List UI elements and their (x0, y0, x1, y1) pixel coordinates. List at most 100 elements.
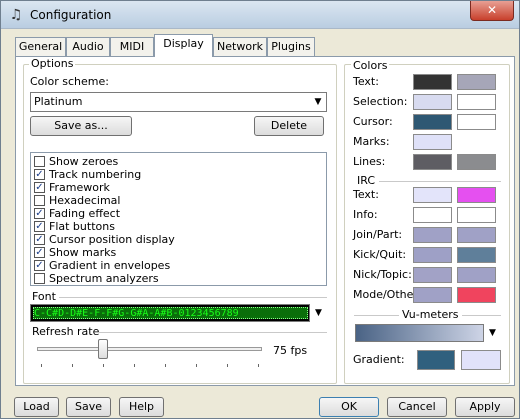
apply-button[interactable]: Apply (455, 397, 515, 417)
checkbox-box[interactable] (34, 195, 45, 206)
checkbox-box[interactable]: ✓ (34, 247, 45, 258)
color-scheme-label: Color scheme: (30, 75, 109, 88)
slider-tick (134, 364, 135, 367)
title-bar[interactable]: ♫ Configuration ✕ (1, 1, 519, 29)
checkbox-box[interactable]: ✓ (34, 260, 45, 271)
gradient-color-swatch-2[interactable] (461, 350, 501, 370)
slider-tick (227, 364, 228, 367)
refresh-rate-slider-track[interactable] (37, 347, 262, 351)
slider-tick (165, 364, 166, 367)
checkbox-label: Show marks (49, 246, 117, 259)
font-sample: C-C#D-D#E-F-F#G-G#A-A#B-0123456789 (33, 307, 308, 319)
cursor-color-swatch-2[interactable] (457, 114, 496, 130)
irc-label: IRC (357, 174, 376, 187)
chevron-down-icon: ▼ (309, 304, 327, 322)
irc-join-part-swatch-1[interactable] (413, 227, 452, 243)
tab-midi[interactable]: MIDI (110, 37, 154, 56)
close-button[interactable]: ✕ (470, 1, 514, 21)
checkbox-box[interactable]: ✓ (34, 169, 45, 180)
checkbox-box[interactable] (34, 273, 45, 284)
checkbox-gradient-in-envelopes[interactable]: ✓ Gradient in envelopes (34, 259, 314, 272)
refresh-rate-label: Refresh rate (32, 325, 100, 338)
irc-label-info: Info: (353, 208, 378, 221)
lines-color-swatch-2[interactable] (457, 154, 496, 170)
font-label: Font (32, 290, 56, 303)
cursor-color-swatch-1[interactable] (413, 114, 452, 130)
refresh-separator (99, 332, 327, 333)
tab-plugins[interactable]: Plugins (267, 37, 315, 56)
color-scheme-value: Platinum (34, 95, 83, 108)
tab-network[interactable]: Network (213, 37, 267, 56)
slider-tick (103, 364, 104, 367)
irc-separator (379, 181, 501, 182)
checkbox-label: Show zeroes (49, 155, 119, 168)
text-color-swatch-2[interactable] (457, 74, 496, 90)
irc-kick-quit-swatch-2[interactable] (457, 247, 496, 263)
irc-nick-topic-swatch-1[interactable] (413, 267, 452, 283)
delete-button[interactable]: Delete (254, 116, 324, 136)
selection-color-swatch-2[interactable] (457, 94, 496, 110)
app-icon: ♫ (9, 7, 23, 23)
text-color-swatch-1[interactable] (413, 74, 452, 90)
checkbox-label: Spectrum analyzers (49, 272, 159, 285)
tab-general[interactable]: General (15, 37, 66, 56)
marks-color-swatch-1[interactable] (413, 134, 452, 150)
font-separator (59, 297, 327, 298)
color-scheme-select[interactable]: Platinum ▼ (30, 92, 327, 112)
ok-button[interactable]: OK (319, 397, 379, 417)
checkbox-box[interactable]: ✓ (34, 234, 45, 245)
irc-info-swatch-2[interactable] (457, 207, 496, 223)
vu-meter-gradient-select[interactable]: ▼ (355, 324, 501, 342)
irc-join-part-swatch-2[interactable] (457, 227, 496, 243)
irc-label-text: Text: (353, 188, 379, 201)
options-group-label: Options (29, 57, 76, 70)
checkbox-flat-buttons[interactable]: ✓ Flat buttons (34, 220, 314, 233)
checkbox-box[interactable]: ✓ (34, 182, 45, 193)
irc-text-swatch-2[interactable] (457, 187, 496, 203)
irc-info-swatch-1[interactable] (413, 207, 452, 223)
checkbox-box[interactable] (34, 156, 45, 167)
checkbox-show-marks[interactable]: ✓ Show marks (34, 246, 314, 259)
checkbox-track-numbering[interactable]: ✓ Track numbering (34, 168, 314, 181)
refresh-rate-value: 75 fps (273, 344, 308, 357)
tab-display[interactable]: Display (154, 34, 213, 57)
checkbox-label: Track numbering (49, 168, 142, 181)
tab-audio[interactable]: Audio (66, 37, 110, 56)
checkbox-hexadecimal[interactable]: Hexadecimal (34, 194, 314, 207)
irc-kick-quit-swatch-1[interactable] (413, 247, 452, 263)
window-title: Configuration (30, 8, 112, 22)
vu-meters-label: Vu-meters (399, 308, 462, 322)
selection-color-swatch-1[interactable] (413, 94, 452, 110)
checkbox-label: Framework (49, 181, 110, 194)
checkbox-framework[interactable]: ✓ Framework (34, 181, 314, 194)
gradient-color-swatch-1[interactable] (417, 350, 455, 370)
color-label-cursor: Cursor: (353, 115, 393, 128)
checkbox-label: Hexadecimal (49, 194, 121, 207)
help-button[interactable]: Help (119, 397, 164, 417)
checkbox-cursor-position-display[interactable]: ✓ Cursor position display (34, 233, 314, 246)
colors-group-label: Colors (351, 59, 390, 72)
cancel-button[interactable]: Cancel (387, 397, 447, 417)
font-select[interactable]: C-C#D-D#E-F-F#G-G#A-A#B-0123456789 ▼ (30, 304, 327, 322)
irc-text-swatch-1[interactable] (413, 187, 452, 203)
irc-label-nick-topic: Nick/Topic: (353, 268, 412, 281)
irc-mode-other-swatch-2[interactable] (457, 287, 496, 303)
display-options-list: Show zeroes ✓ Track numbering ✓ Framework … (30, 152, 327, 286)
irc-nick-topic-swatch-2[interactable] (457, 267, 496, 283)
slider-tick (41, 364, 42, 367)
refresh-rate-slider-thumb[interactable] (98, 339, 108, 359)
color-label-text: Text: (353, 75, 379, 88)
checkbox-box[interactable]: ✓ (34, 208, 45, 219)
checkbox-box[interactable]: ✓ (34, 221, 45, 232)
save-button[interactable]: Save (66, 397, 111, 417)
irc-label-kick-quit: Kick/Quit: (353, 248, 407, 261)
close-icon: ✕ (486, 3, 498, 17)
slider-tick (258, 364, 259, 367)
irc-mode-other-swatch-1[interactable] (413, 287, 452, 303)
load-button[interactable]: Load (14, 397, 59, 417)
checkbox-fading-effect[interactable]: ✓ Fading effect (34, 207, 314, 220)
checkbox-show-zeroes[interactable]: Show zeroes (34, 155, 314, 168)
save-as-button[interactable]: Save as... (30, 116, 132, 136)
checkbox-spectrum-analyzers[interactable]: Spectrum analyzers (34, 272, 314, 285)
lines-color-swatch-1[interactable] (413, 154, 452, 170)
